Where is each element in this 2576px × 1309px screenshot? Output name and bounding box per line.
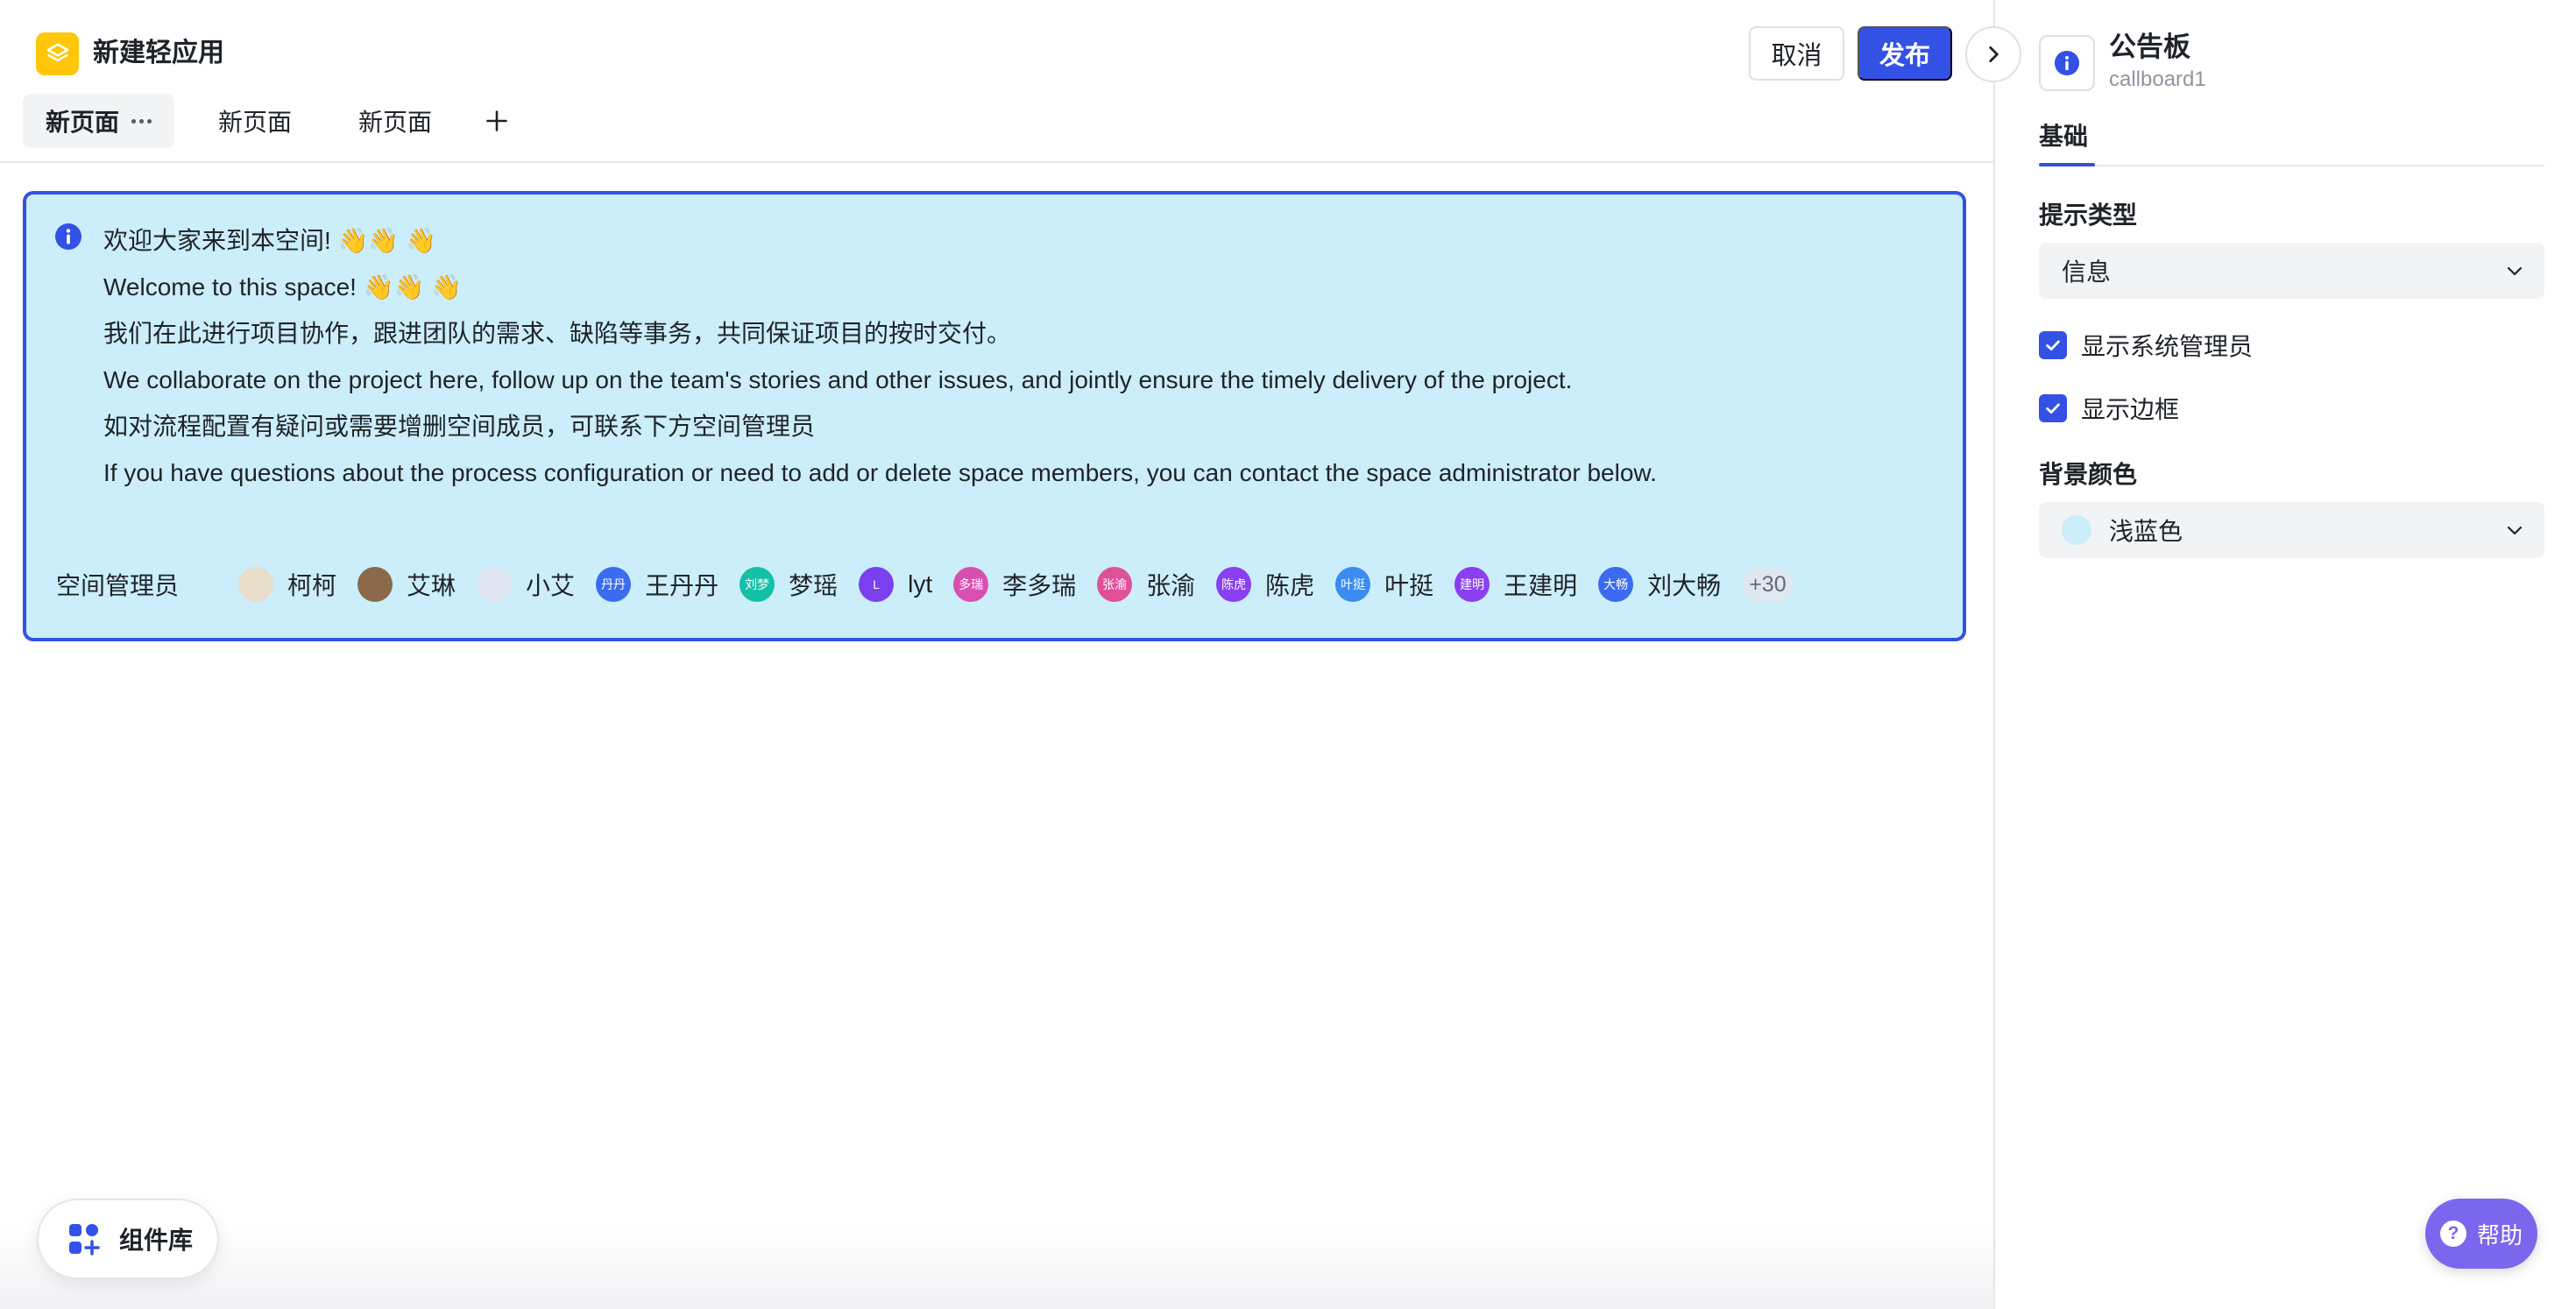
component-library-label: 组件库 [119, 1227, 194, 1254]
admin-item[interactable]: 张渝 张渝 [1097, 567, 1195, 602]
chevron-right-icon[interactable] [1965, 26, 2021, 82]
tab-page-2[interactable]: 新页面 [195, 94, 315, 148]
hint-type-label: 提示类型 [2039, 202, 2138, 229]
admin-name: 陈虎 [1265, 572, 1315, 599]
admin-name: 小艾 [526, 572, 576, 599]
admin-name: 柯柯 [287, 572, 337, 599]
info-icon [54, 223, 82, 251]
checkbox-checked-icon[interactable] [2039, 394, 2067, 422]
avatar: 建明 [1454, 567, 1490, 602]
panel-tabs: 基础 [2039, 114, 2544, 166]
callboard-line: 我们在此进行项目协作，跟进团队的需求、缺陷等事务，共同保证项目的按时交付。 [103, 320, 1012, 347]
bg-color-label: 背景颜色 [2039, 461, 2138, 488]
admin-item[interactable]: 叶挺 叶挺 [1335, 567, 1433, 602]
admin-item[interactable]: 丹丹 王丹丹 [596, 567, 718, 602]
property-panel: 公告板 callboard1 基础 提示类型 信息 显示系统管理员 显示边框 背… [1993, 0, 2576, 1309]
admin-name: 艾琳 [407, 572, 456, 599]
avatar: 叶挺 [1335, 567, 1371, 602]
show-admin-label: 显示系统管理员 [2081, 333, 2254, 360]
admin-item[interactable]: Llyt [859, 567, 932, 602]
callboard-content: 欢迎大家来到本空间! 👋👋 👋 Welcome to this space! 👋… [103, 217, 1657, 496]
chevron-down-icon [2507, 266, 2523, 276]
space-admins: 空间管理员 柯柯 艾琳 小艾 丹丹 王丹丹 刘梦 梦瑶 Llyt 多瑞 李多瑞 张渝 张渝 陈虎 陈虎 叶挺… [56, 564, 1794, 605]
callboard-line: Welcome to this space! 👋👋 👋 [103, 273, 463, 301]
admin-item[interactable]: 建明 王建明 [1454, 567, 1577, 602]
question-icon: ? [2439, 1221, 2466, 1247]
admin-name: 张渝 [1146, 572, 1196, 599]
avatar: 丹丹 [596, 567, 632, 602]
show-border-option[interactable]: 显示边框 [2039, 391, 2179, 426]
show-border-label: 显示边框 [2081, 396, 2180, 423]
widgets-icon [69, 1224, 100, 1256]
avatar: 多瑞 [953, 567, 989, 602]
admin-item[interactable]: 刘梦 梦瑶 [740, 567, 838, 602]
tab-indicator [2039, 163, 2095, 166]
page-tabs: 新页面 新页面 新页面 [23, 94, 518, 148]
show-admin-option[interactable]: 显示系统管理员 [2039, 328, 2253, 363]
admin-name: 王丹丹 [645, 572, 719, 599]
cancel-button[interactable]: 取消 [1749, 26, 1844, 81]
help-label: 帮助 [2476, 1221, 2523, 1249]
avatar [357, 567, 393, 602]
hint-type-value: 信息 [2062, 258, 2112, 286]
admin-name: 李多瑞 [1002, 572, 1077, 599]
tab-label: 新页面 [46, 109, 120, 136]
admin-item[interactable]: 艾琳 [357, 567, 456, 602]
admin-name: lyt [908, 570, 933, 598]
callboard[interactable]: 欢迎大家来到本空间! 👋👋 👋 Welcome to this space! 👋… [23, 191, 1966, 641]
avatar: 张渝 [1097, 567, 1133, 602]
admin-name: 叶挺 [1384, 572, 1434, 599]
admin-item[interactable]: 多瑞 李多瑞 [953, 567, 1076, 602]
tab-label: 新页面 [218, 109, 293, 136]
admin-item[interactable]: 大畅 刘大畅 [1598, 567, 1721, 602]
add-page-icon[interactable] [476, 100, 518, 142]
bg-color-select[interactable]: 浅蓝色 [2039, 502, 2544, 558]
admin-name: 王建明 [1504, 572, 1578, 599]
checkbox-checked-icon[interactable] [2039, 331, 2067, 359]
more-admins-badge[interactable]: +30 [1742, 567, 1794, 602]
admin-item[interactable]: 小艾 [477, 567, 575, 602]
tab-page-3[interactable]: 新页面 [336, 94, 455, 148]
hint-type-select[interactable]: 信息 [2039, 243, 2544, 299]
avatar: L [859, 567, 895, 602]
color-swatch [2062, 515, 2091, 545]
editor-header: 新建轻应用 新页面 新页面 新页面 [0, 0, 1993, 163]
tab-basic[interactable]: 基础 [2039, 117, 2088, 152]
callboard-line: We collaborate on the project here, foll… [103, 366, 1573, 393]
info-icon [2039, 35, 2095, 91]
avatar: 陈虎 [1216, 567, 1252, 602]
tab-label: 新页面 [358, 109, 433, 136]
more-icon[interactable] [131, 118, 152, 124]
component-id: callboard1 [2109, 67, 2206, 91]
component-title: 公告板 [2109, 32, 2190, 62]
help-button[interactable]: ? 帮助 [2425, 1199, 2537, 1269]
avatar: 刘梦 [740, 567, 775, 602]
layers-icon [36, 32, 79, 75]
avatar: 大畅 [1598, 567, 1634, 602]
chevron-down-icon [2507, 526, 2523, 535]
avatar [477, 567, 513, 602]
component-library-button[interactable]: 组件库 [37, 1199, 219, 1279]
admins-label: 空间管理员 [56, 572, 180, 599]
callboard-line: If you have questions about the process … [103, 459, 1657, 486]
admin-item[interactable]: 柯柯 [238, 567, 336, 602]
tab-page-1[interactable]: 新页面 [23, 94, 175, 148]
callboard-line: 欢迎大家来到本空间! 👋👋 👋 [103, 227, 436, 254]
avatar [238, 567, 274, 602]
publish-button[interactable]: 发布 [1858, 26, 1952, 81]
callboard-line: 如对流程配置有疑问或需要增删空间成员，可联系下方空间管理员 [103, 413, 816, 440]
admin-item[interactable]: 陈虎 陈虎 [1216, 567, 1314, 602]
app-title[interactable]: 新建轻应用 [93, 33, 224, 74]
admin-name: 刘大畅 [1647, 572, 1722, 599]
admin-name: 梦瑶 [789, 572, 839, 599]
canvas-bottom-shade [0, 1227, 1993, 1309]
bg-color-value: 浅蓝色 [2109, 518, 2183, 545]
